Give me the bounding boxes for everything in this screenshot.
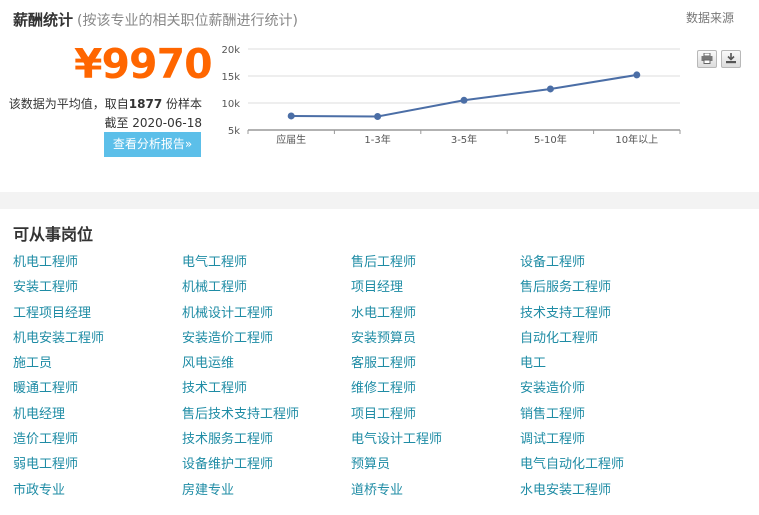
job-link[interactable]: 机电经理 xyxy=(13,405,182,430)
data-point xyxy=(287,112,295,120)
job-link[interactable]: 项目工程师 xyxy=(351,405,520,430)
job-link[interactable]: 销售工程师 xyxy=(520,405,689,430)
job-link[interactable]: 预算员 xyxy=(351,455,520,480)
job-link[interactable]: 维修工程师 xyxy=(351,379,520,404)
job-link[interactable]: 技术服务工程师 xyxy=(182,430,351,455)
y-tick-label: 10k xyxy=(221,99,240,110)
job-link[interactable]: 市政专业 xyxy=(13,481,182,506)
download-button[interactable] xyxy=(721,50,741,68)
data-point xyxy=(633,71,641,79)
job-link[interactable]: 机械设计工程师 xyxy=(182,304,351,329)
download-icon xyxy=(726,53,736,64)
job-link[interactable]: 工程项目经理 xyxy=(13,304,182,329)
view-report-button[interactable]: 查看分析报告» xyxy=(104,132,201,157)
sample-info: 该数据为平均值，取自1877 份样本 xyxy=(9,95,202,112)
job-link[interactable]: 电工 xyxy=(520,354,689,379)
job-link[interactable]: 自动化工程师 xyxy=(520,329,689,354)
job-link[interactable]: 安装预算员 xyxy=(351,329,520,354)
sample-suffix: 份样本 xyxy=(162,97,202,111)
job-link[interactable]: 售后工程师 xyxy=(351,253,520,278)
sample-count: 1877 xyxy=(128,97,163,111)
job-link[interactable]: 弱电工程师 xyxy=(13,455,182,480)
job-link[interactable]: 客服工程师 xyxy=(351,354,520,379)
print-button[interactable] xyxy=(697,50,717,68)
job-link[interactable]: 安装造价工程师 xyxy=(182,329,351,354)
x-tick-label: 应届生 xyxy=(276,133,306,146)
job-link[interactable]: 暖通工程师 xyxy=(13,379,182,404)
job-link[interactable]: 风电运维 xyxy=(182,354,351,379)
data-point xyxy=(374,113,382,120)
data-point xyxy=(546,85,554,93)
y-tick-label: 20k xyxy=(221,45,240,56)
x-tick-label: 3-5年 xyxy=(451,133,477,146)
data-date: 截至 2020-06-18 xyxy=(104,116,202,130)
job-link[interactable]: 技术支持工程师 xyxy=(520,304,689,329)
job-link[interactable]: 安装造价师 xyxy=(520,379,689,404)
x-tick-label: 1-3年 xyxy=(364,133,390,146)
job-link[interactable]: 设备维护工程师 xyxy=(182,455,351,480)
job-link[interactable]: 技术工程师 xyxy=(182,379,351,404)
series-line xyxy=(291,73,637,118)
sample-prefix: 该数据为平均值，取自 xyxy=(8,97,129,111)
x-tick-label: 10年以上 xyxy=(615,133,658,146)
section-divider xyxy=(0,192,759,209)
x-tick-label: 5-10年 xyxy=(534,133,567,146)
salary-title-row: 薪酬统计 (按该专业的相关职位薪酬进行统计) xyxy=(13,9,298,30)
salary-title: 薪酬统计 xyxy=(13,11,74,29)
job-link[interactable]: 项目经理 xyxy=(351,278,520,303)
data-source-link[interactable]: 数据来源 xyxy=(686,9,734,26)
job-link[interactable]: 售后服务工程师 xyxy=(520,278,689,303)
job-link[interactable]: 电气自动化工程师 xyxy=(520,455,689,480)
job-link[interactable]: 造价工程师 xyxy=(13,430,182,455)
y-tick-label: 5k xyxy=(228,126,240,137)
job-link[interactable]: 安装工程师 xyxy=(13,278,182,303)
jobs-list: 机电工程师 电气工程师 售后工程师 设备工程师安装工程师 机械工程师 项目经理 售后服务工程… xyxy=(13,253,713,506)
data-point xyxy=(460,96,468,104)
job-link[interactable]: 机电工程师 xyxy=(13,253,182,278)
job-link[interactable]: 施工员 xyxy=(13,354,182,379)
printer-icon xyxy=(701,53,713,64)
y-tick-label: 15k xyxy=(221,72,240,83)
job-link[interactable]: 设备工程师 xyxy=(520,253,689,278)
salary-panel: 薪酬统计 (按该专业的相关职位薪酬进行统计) 数据来源 ¥9970 该数据为平均值… xyxy=(0,0,759,192)
job-link[interactable]: 水电安装工程师 xyxy=(520,481,689,506)
job-link[interactable]: 道桥专业 xyxy=(351,481,520,506)
job-link[interactable]: 售后技术支持工程师 xyxy=(182,405,351,430)
job-link[interactable]: 机械工程师 xyxy=(182,278,351,303)
job-link[interactable]: 水电工程师 xyxy=(351,304,520,329)
salary-chart: 5k 10k 15k 20k 应届生 1-3年 3-5年 5-10年 10年以上 xyxy=(221,45,681,146)
job-link[interactable]: 电气设计工程师 xyxy=(351,430,520,455)
job-link[interactable]: 房建专业 xyxy=(182,481,351,506)
job-link[interactable]: 机电安装工程师 xyxy=(13,329,182,354)
job-link[interactable]: 电气工程师 xyxy=(182,253,351,278)
salary-subtitle: (按该专业的相关职位薪酬进行统计) xyxy=(77,13,298,29)
jobs-section-title: 可从事岗位 xyxy=(13,225,94,244)
average-salary: ¥9970 xyxy=(74,40,213,88)
job-link[interactable]: 调试工程师 xyxy=(520,430,689,455)
